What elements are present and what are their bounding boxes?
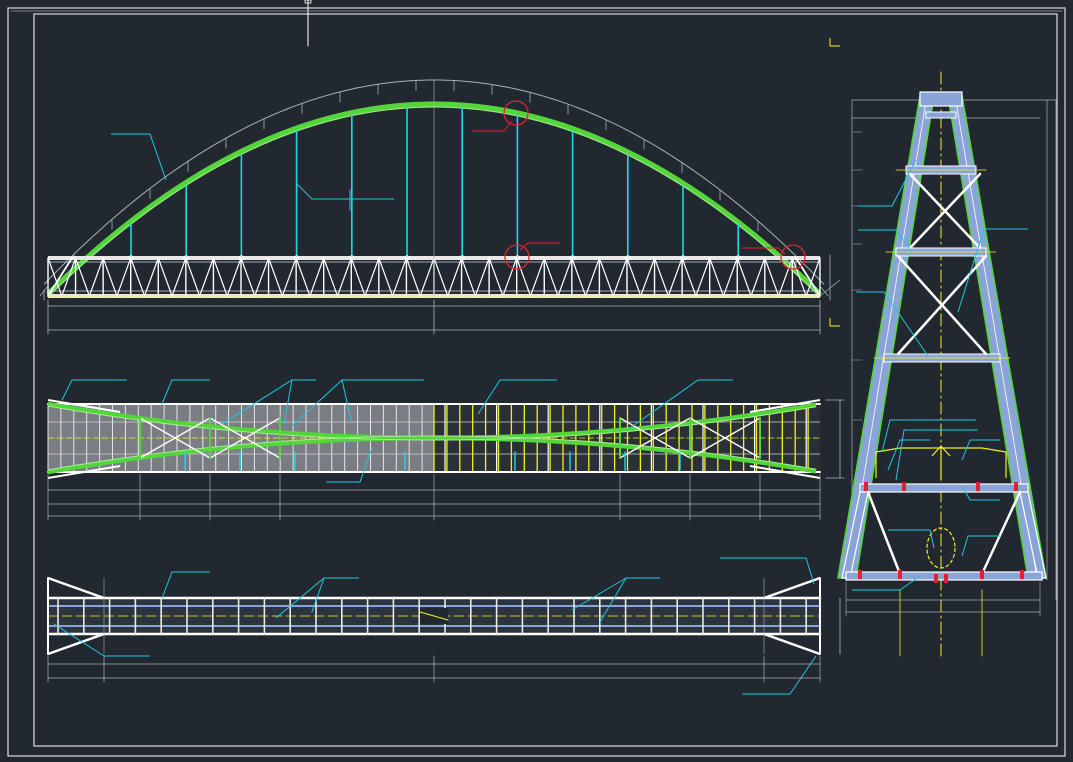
truss-diagonal — [336, 257, 352, 297]
annotation-leader — [895, 429, 978, 481]
lower-diagonal — [980, 490, 1022, 576]
truss-diagonal — [516, 257, 532, 297]
truss-diagonal — [736, 257, 752, 297]
truss-diagonal — [350, 257, 366, 297]
truss-diagonal — [529, 257, 545, 297]
truss-diagonal — [364, 257, 380, 297]
truss-diagonal — [488, 257, 504, 297]
truss-diagonal — [116, 257, 132, 297]
drawing-frame — [7, 0, 1066, 757]
connection-bolt — [858, 570, 862, 579]
connection-bolt — [980, 570, 984, 579]
cad-drawing-canvas[interactable] — [0, 0, 1073, 762]
truss-diagonal — [419, 257, 435, 297]
truss-diagonal — [585, 257, 601, 297]
annotation-leader — [161, 379, 210, 405]
top-bracing-plan — [47, 379, 845, 521]
truss-diagonal — [199, 257, 215, 297]
truss-diagonal — [130, 257, 146, 297]
bottom-deck-plan — [46, 557, 841, 695]
truss-diagonal — [667, 257, 683, 297]
truss-diagonal — [612, 257, 628, 297]
truss-diagonal — [88, 257, 104, 297]
connection-bolt — [902, 482, 906, 491]
truss-diagonal — [185, 257, 201, 297]
detail-callout-leader — [472, 120, 513, 132]
annotation-leader — [887, 439, 930, 471]
truss-diagonal — [447, 257, 463, 297]
bottom-portal — [763, 576, 821, 600]
truss-diagonal — [557, 257, 573, 297]
truss-diagonal — [254, 257, 270, 297]
annotation-leader — [742, 655, 817, 695]
connection-bolt — [944, 574, 948, 583]
truss-diagonal — [295, 257, 311, 297]
truss-diagonal — [143, 257, 159, 297]
truss-diagonal — [392, 257, 408, 297]
tower-top-cap — [919, 91, 963, 107]
truss-diagonal — [571, 257, 587, 297]
truss-diagonal — [502, 257, 518, 297]
deck-cross-beam — [859, 483, 1029, 493]
truss-diagonal — [640, 257, 656, 297]
truss-diagonal — [281, 257, 297, 297]
truss-diagonal — [171, 257, 187, 297]
annotation-leader — [111, 133, 167, 181]
truss-diagonal — [750, 257, 766, 297]
connection-bolt — [864, 482, 868, 491]
truss-diagonal — [709, 257, 725, 297]
truss-diagonal — [722, 257, 738, 297]
truss-diagonal — [653, 257, 669, 297]
annotation-leader — [161, 571, 210, 599]
annotation-leader — [881, 419, 976, 453]
arch-bridge-elevation — [39, 79, 841, 335]
truss-diagonal — [460, 257, 476, 297]
ucs-markers — [829, 38, 840, 327]
truss-diagonal — [405, 257, 421, 297]
connection-bolt — [898, 570, 902, 579]
truss-diagonal — [681, 257, 697, 297]
truss-diagonal — [764, 257, 780, 297]
truss-diagonal — [433, 257, 449, 297]
ucs-icon-marker — [829, 318, 840, 327]
cross-section — [837, 71, 1057, 657]
bridge-drawing-sheet — [7, 0, 1066, 757]
connection-bolt — [1014, 482, 1018, 491]
ucs-icon-marker — [829, 38, 840, 47]
bottom-portal — [47, 576, 105, 600]
truss-diagonal — [626, 257, 642, 297]
truss-diagonal — [378, 257, 394, 297]
truss-diagonal — [240, 257, 256, 297]
tower-top-beam — [925, 111, 957, 119]
annotation-leader — [295, 182, 394, 200]
connection-bolt — [934, 574, 938, 583]
truss-diagonal — [695, 257, 711, 297]
truss-diagonal — [474, 257, 490, 297]
truss-diagonal — [157, 257, 173, 297]
truss-diagonal — [102, 257, 118, 297]
truss-diagonal — [598, 257, 614, 297]
connection-bolt — [1020, 570, 1024, 579]
lower-diagonal — [866, 490, 902, 576]
truss-diagonal — [226, 257, 242, 297]
truss-diagonal — [543, 257, 559, 297]
annotation-leader — [61, 379, 127, 401]
truss-diagonal — [212, 257, 228, 297]
connection-bolt — [976, 482, 980, 491]
truss-diagonal — [309, 257, 325, 297]
truss-diagonal — [267, 257, 283, 297]
bottom-portal — [763, 632, 821, 656]
annotation-leader — [720, 557, 815, 585]
truss-diagonal — [323, 257, 339, 297]
